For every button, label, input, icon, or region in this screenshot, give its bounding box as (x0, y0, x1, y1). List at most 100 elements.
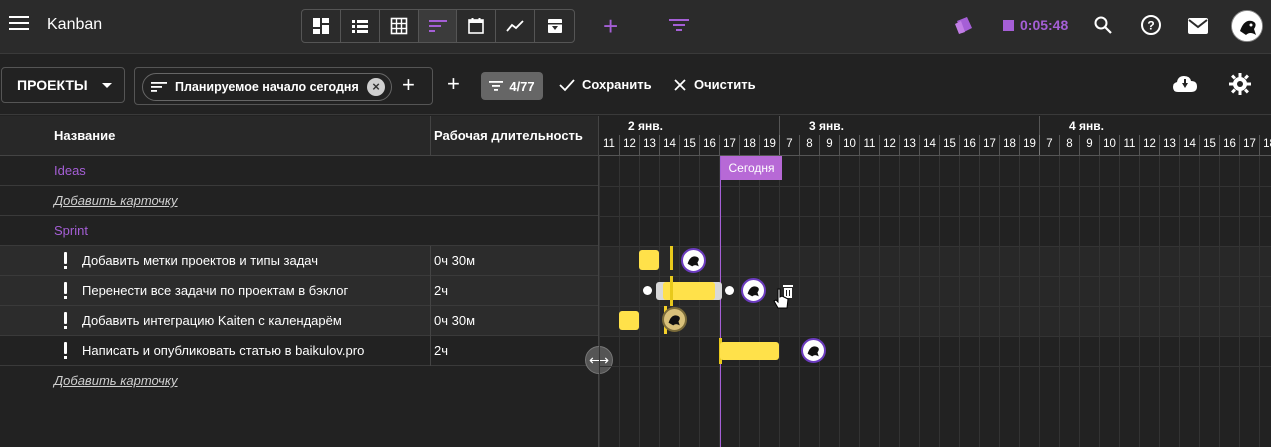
gantt-view-button[interactable] (418, 10, 458, 42)
grid-line (599, 246, 1271, 247)
task-name[interactable]: Добавить метки проектов и типы задач (82, 253, 318, 268)
drag-handle-dot[interactable] (643, 286, 652, 295)
settings-gear-icon[interactable] (1229, 73, 1251, 100)
hour-cell: 17 (719, 135, 739, 155)
grid-line (619, 156, 620, 447)
hour-cell: 7 (779, 135, 799, 155)
grid-line (1019, 156, 1020, 447)
view-switcher (301, 9, 575, 43)
column-duration-header[interactable]: Рабочая длительность (430, 116, 598, 156)
table-header: Название Рабочая длительность (0, 116, 598, 156)
add-card-link[interactable]: Добавить карточку (54, 373, 178, 388)
hour-cell: 12 (1139, 135, 1159, 155)
dashboard-view-button[interactable] (302, 10, 341, 42)
projects-dropdown[interactable]: ПРОЕКТЫ (1, 67, 125, 103)
priority-icon (64, 252, 68, 270)
help-icon[interactable]: ? (1140, 14, 1162, 41)
hour-cell: 9 (819, 135, 839, 155)
add-card-plus-icon[interactable]: + (603, 13, 618, 39)
hour-cell: 18 (1259, 135, 1271, 155)
hour-cell: 13 (1159, 135, 1179, 155)
table-row[interactable]: Написать и опубликовать статью в baikulo… (0, 336, 598, 366)
task-name[interactable]: Добавить интеграцию Kaiten с календарём (82, 313, 342, 328)
calendar-view-button[interactable] (457, 10, 497, 42)
filter-count-badge[interactable]: 4/77 (481, 72, 543, 100)
list-view-button[interactable] (341, 10, 380, 42)
hour-cell: 18 (999, 135, 1019, 155)
grid-line (1159, 156, 1160, 447)
task-duration: 2ч (430, 336, 448, 366)
hour-cell: 8 (799, 135, 819, 155)
grid-line (1119, 156, 1120, 447)
table-row[interactable]: Перенести все задачи по проектам в бэкло… (0, 276, 598, 306)
add-card-link[interactable]: Добавить карточку (54, 193, 178, 208)
gantt-bar[interactable] (639, 250, 659, 270)
gantt-marker (670, 276, 673, 306)
drag-handle-dot[interactable] (725, 286, 734, 295)
grid-line (919, 156, 920, 447)
grid-line (599, 276, 1271, 277)
user-avatar[interactable] (1231, 10, 1263, 42)
clear-button[interactable]: Очистить (673, 77, 756, 92)
table-view-button[interactable] (380, 10, 419, 42)
hour-cell: 13 (639, 135, 659, 155)
grid-line (599, 216, 1271, 217)
stop-icon[interactable] (1003, 19, 1014, 31)
save-button[interactable]: Сохранить (559, 77, 652, 92)
filter-small-icon (489, 81, 504, 91)
task-duration: 0ч 30м (430, 306, 475, 336)
hour-cell: 14 (919, 135, 939, 155)
grid-line (599, 156, 600, 447)
table-row[interactable]: Добавить метки проектов и типы задач 0ч … (0, 246, 598, 276)
hour-cell: 8 (1059, 135, 1079, 155)
group-name[interactable]: Ideas (54, 163, 86, 178)
group-name[interactable]: Sprint (54, 223, 88, 238)
remove-chip-icon[interactable]: × (367, 78, 385, 96)
hour-cell: 19 (1019, 135, 1039, 155)
hour-cell: 18 (739, 135, 759, 155)
menu-icon[interactable] (9, 16, 29, 36)
task-name[interactable]: Написать и опубликовать статью в baikulo… (82, 343, 364, 358)
caret-down-icon (101, 82, 112, 88)
task-name[interactable]: Перенести все задачи по проектам в бэкло… (82, 283, 348, 298)
cloud-download-icon[interactable] (1172, 74, 1198, 99)
hour-cell: 9 (1079, 135, 1099, 155)
hour-cell: 15 (939, 135, 959, 155)
grid-line (1079, 156, 1080, 447)
header-divider (599, 155, 1271, 156)
save-label: Сохранить (582, 77, 652, 92)
group-row-sprint[interactable]: Sprint (0, 216, 598, 246)
task-avatar[interactable] (741, 278, 766, 303)
mail-icon[interactable] (1187, 17, 1209, 40)
time-tracker[interactable]: 0:05:48 (1003, 17, 1068, 33)
tags-icon[interactable] (953, 15, 975, 42)
grid-line (739, 156, 740, 447)
table-row[interactable]: Добавить интеграцию Kaiten с календарём … (0, 306, 598, 336)
gantt-bar[interactable] (619, 311, 639, 330)
grid-line (859, 156, 860, 447)
task-avatar[interactable] (681, 248, 706, 273)
gantt-bar[interactable] (720, 342, 779, 360)
grid-line (879, 156, 880, 447)
grid-line (599, 336, 1271, 337)
add-sort-icon[interactable]: + (402, 72, 415, 98)
day-header: 2 янв. (628, 119, 663, 133)
hour-cell: 7 (1039, 135, 1059, 155)
group-row-ideas[interactable]: Ideas (0, 156, 598, 186)
task-avatar[interactable] (801, 338, 826, 363)
hour-cell: 16 (959, 135, 979, 155)
column-name-header[interactable]: Название (54, 128, 115, 143)
chart-view-button[interactable] (496, 10, 536, 42)
archive-view-button[interactable] (535, 10, 574, 42)
sort-icon (151, 82, 167, 92)
search-icon[interactable] (1093, 15, 1113, 40)
grid-line (659, 156, 660, 447)
sort-chip[interactable]: Планируемое начало сегодня × (142, 73, 392, 101)
sort-box: Планируемое начало сегодня × + (134, 67, 433, 105)
grid-line (1179, 156, 1180, 447)
add-filter-icon[interactable]: + (447, 71, 460, 97)
task-avatar[interactable] (662, 307, 687, 332)
filter-icon[interactable] (668, 16, 690, 39)
grid-line (799, 156, 800, 447)
grid-line (599, 366, 1271, 367)
